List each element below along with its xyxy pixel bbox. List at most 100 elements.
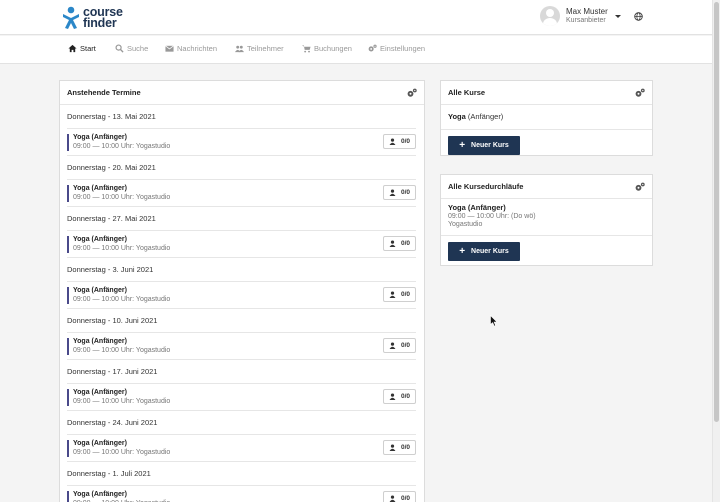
participants-count-button[interactable]: 0/0: [383, 389, 416, 404]
course-level: (Anfänger): [467, 112, 504, 121]
nav-teilnehmer[interactable]: Teilnehmer: [235, 44, 284, 53]
course-name: Yoga: [448, 112, 466, 121]
home-icon: [68, 44, 77, 53]
new-course-run-button[interactable]: + Neuer Kurs: [448, 242, 520, 261]
user-icon: [389, 189, 396, 196]
appointment-item[interactable]: Yoga (Anfänger) 09:00 — 10:00 Uhr: Yogast…: [67, 281, 416, 309]
appointment-detail: 09:00 — 10:00 Uhr: Yogastudio: [73, 245, 171, 252]
nav-label-suche: Suche: [127, 44, 149, 53]
appointment-title: Yoga (Anfänger): [73, 185, 127, 192]
date-heading: Donnerstag - 27. Mai 2021: [67, 214, 156, 223]
appointment-marker: [67, 338, 69, 355]
run-place: Yogastudio: [448, 221, 483, 228]
date-heading: Donnerstag - 3. Juni 2021: [67, 265, 154, 274]
nav-label-buchungen: Buchungen: [314, 44, 352, 53]
run-item[interactable]: Yoga (Anfänger) 09:00 — 10:00 Uhr: (Do w…: [448, 203, 645, 235]
appointment-item[interactable]: Yoga (Anfänger)09:00 — 10:00 Uhr: Yogast…: [67, 434, 416, 462]
participants-count-button[interactable]: 0/0: [383, 338, 416, 353]
run-time: 09:00 — 10:00 Uhr: (Do wö): [448, 212, 536, 220]
user-icon: [389, 444, 396, 451]
participants-count-button[interactable]: 0/0: [383, 287, 416, 302]
gears-icon[interactable]: [635, 182, 645, 192]
appointment-title: Yoga (Anfänger): [73, 287, 127, 294]
participants-count: 0/0: [400, 240, 411, 247]
appointment-marker: [67, 440, 69, 457]
appointment-detail: 09:00 — 10:00 Uhr: Yogastudio: [73, 347, 171, 354]
date-heading: Donnerstag - 10. Juni 2021: [67, 316, 158, 325]
appointment-detail: 09:00 — 10:00 Uhr: Yogastudio: [73, 194, 171, 201]
course-item[interactable]: Yoga (Anfänger): [448, 112, 645, 126]
user-name: Max Muster: [566, 7, 608, 16]
user-icon: [389, 138, 396, 145]
date-heading: Donnerstag - 17. Juni 2021: [67, 367, 158, 376]
participants-count: 0/0: [400, 393, 411, 400]
participants-count-button[interactable]: 0/0: [383, 185, 416, 200]
plus-icon: +: [459, 139, 466, 151]
gears-icon[interactable]: [635, 88, 645, 98]
gears-icon[interactable]: [407, 88, 417, 98]
user-icon: [389, 342, 396, 349]
course-finder-logo[interactable]: course finder: [62, 5, 123, 31]
page-scrollbar[interactable]: [712, 0, 720, 502]
avatar[interactable]: [540, 6, 560, 26]
appointment-item[interactable]: Yoga (Anfänger)09:00 — 10:00 Uhr: Yogast…: [67, 485, 416, 502]
appointment-title: Yoga (Anfänger): [73, 338, 127, 345]
globe-icon[interactable]: [634, 12, 643, 21]
nav-einstellungen[interactable]: Einstellungen: [368, 44, 425, 53]
appointment-detail: 09:00 — 10:00 Uhr: Yogastudio: [73, 449, 171, 456]
nav-start[interactable]: Start: [68, 44, 96, 53]
participants-count: 0/0: [400, 444, 411, 451]
chevron-down-icon[interactable]: [614, 14, 621, 18]
date-heading: Donnerstag - 20. Mai 2021: [67, 163, 156, 172]
appointment-item[interactable]: Yoga (Anfänger) 09:00 — 10:00 Uhr: Yogast…: [67, 128, 416, 156]
appointment-detail: 09:00 — 10:00 Uhr: Yogastudio: [73, 143, 171, 150]
nav-suche[interactable]: Suche: [115, 44, 148, 53]
upcoming-panel: Anstehende Termine Donnerstag - 13. Mai …: [59, 80, 425, 502]
cart-icon: [302, 45, 311, 53]
user-icon: [389, 240, 396, 247]
nav-label-nachrichten: Nachrichten: [177, 44, 218, 53]
scrollbar-thumb[interactable]: [714, 2, 719, 422]
participants-count: 0/0: [400, 495, 411, 502]
user-icon: [389, 495, 396, 502]
main-nav: Start Suche Nachrichten Teilnehmer Buchu…: [0, 36, 712, 64]
appointment-item[interactable]: Yoga (Anfänger) 09:00 — 10:00 Uhr: Yogast…: [67, 179, 416, 207]
envelope-icon: [165, 45, 174, 52]
nav-label-einstellungen: Einstellungen: [380, 44, 426, 53]
new-course-run-label: Neuer Kurs: [471, 248, 509, 255]
plus-icon: +: [459, 245, 466, 257]
participants-count-button[interactable]: 0/0: [383, 440, 416, 455]
appointment-detail: 09:00 — 10:00 Uhr: Yogastudio: [73, 398, 171, 405]
runs-title: Alle Kursedurchläufe: [448, 182, 524, 191]
appointment-item[interactable]: Yoga (Anfänger) 09:00 — 10:00 Uhr: Yogast…: [67, 383, 416, 411]
participants-count-button[interactable]: 0/0: [383, 491, 416, 502]
nav-buchungen[interactable]: Buchungen: [302, 44, 352, 53]
appointment-marker: [67, 491, 69, 502]
participants-count: 0/0: [400, 138, 411, 145]
run-title: Yoga (Anfänger): [448, 203, 506, 212]
new-course-button[interactable]: + Neuer Kurs: [448, 136, 520, 155]
top-header: course finder Max Muster Kursanbieter: [0, 0, 712, 35]
appointment-marker: [67, 389, 69, 406]
user-icon: [389, 291, 396, 298]
participants-count: 0/0: [400, 342, 411, 349]
appointment-title: Yoga (Anfänger): [73, 389, 127, 396]
course-runs-panel: Alle Kursedurchläufe Yoga (Anfänger) 09:…: [440, 174, 653, 266]
participants-count-button[interactable]: 0/0: [383, 236, 416, 251]
participants-count: 0/0: [400, 189, 411, 196]
upcoming-title: Anstehende Termine: [67, 88, 141, 97]
appointment-item[interactable]: Yoga (Anfänger) 09:00 — 10:00 Uhr: Yogast…: [67, 332, 416, 360]
new-course-label: Neuer Kurs: [471, 142, 509, 149]
user-menu[interactable]: Max Muster Kursanbieter: [540, 6, 621, 26]
appointment-detail: 09:00 — 10:00 Uhr: Yogastudio: [73, 296, 171, 303]
courses-title: Alle Kurse: [448, 88, 486, 97]
participants-count-button[interactable]: 0/0: [383, 134, 416, 149]
courses-panel: Alle Kurse Yoga (Anfänger) + Neuer Kurs: [440, 80, 653, 156]
nav-label-start: Start: [80, 44, 96, 53]
appointment-title: Yoga (Anfänger): [73, 134, 127, 141]
nav-nachrichten[interactable]: Nachrichten: [165, 44, 217, 53]
appointment-item[interactable]: Yoga (Anfänger) 09:00 — 10:00 Uhr: Yogast…: [67, 230, 416, 258]
appointment-marker: [67, 185, 69, 202]
appointment-marker: [67, 287, 69, 304]
appointment-title: Yoga (Anfänger): [73, 236, 127, 243]
